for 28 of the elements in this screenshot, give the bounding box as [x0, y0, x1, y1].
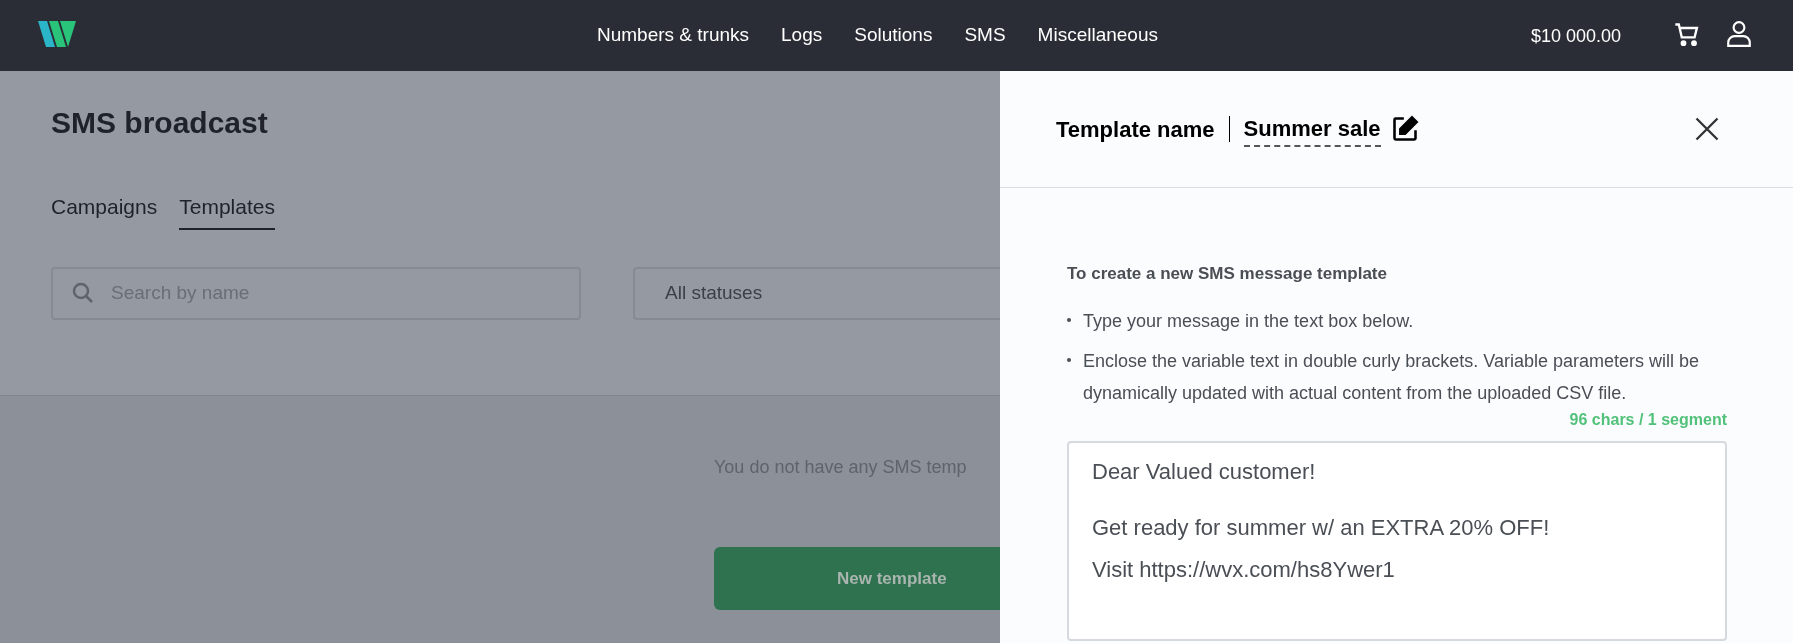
nav-link[interactable]: Miscellaneous — [1037, 21, 1158, 50]
balance: $10 000.00 — [1531, 25, 1622, 48]
nav-link[interactable]: Solutions — [854, 21, 933, 50]
logo-icon[interactable] — [38, 21, 76, 47]
search-icon — [71, 280, 95, 305]
nav-link[interactable]: Numbers & trunks — [597, 21, 750, 50]
close-icon[interactable] — [1693, 115, 1721, 143]
tab[interactable]: Templates — [179, 191, 275, 230]
cart-icon[interactable] — [1673, 21, 1701, 49]
character-counter: 96 chars / 1 segment — [1568, 409, 1727, 430]
message-line: Get ready for summer w/ an EXTRA 20% OFF! — [1092, 514, 1551, 541]
template-name[interactable]: Summer sale — [1243, 111, 1381, 147]
bullet-icon — [1067, 317, 1071, 322]
template-name-label: Template name — [1056, 115, 1215, 144]
instructions-title: To create a new SMS message template — [1067, 263, 1388, 285]
page-title: SMS broadcast — [51, 105, 269, 141]
instruction-text: Enclose the variable text in double curly brackets. Variable parameters will be dynamically updated with actual content from the uploaded CSV file. — [1083, 349, 1700, 405]
edit-icon[interactable] — [1390, 115, 1419, 143]
instruction-text: Type your message in the text box below. — [1083, 309, 1414, 333]
bullet-icon — [1067, 357, 1071, 362]
message-line: Dear Valued customer! — [1092, 458, 1317, 485]
message-line: Visit https://wvx.com/hs8Ywer1 — [1092, 556, 1396, 583]
user-icon[interactable] — [1726, 20, 1752, 48]
message-textarea[interactable]: Dear Valued customer! Get ready for summer w/ an EXTRA 20% OFF! Visit https://wvx.com/hs8Ywer1 — [1067, 440, 1727, 641]
tab[interactable]: Campaigns — [51, 191, 158, 230]
nav-link[interactable]: Logs — [781, 21, 823, 50]
nav-link[interactable]: SMS — [964, 21, 1006, 50]
status-dropdown[interactable]: All statuses — [633, 266, 1000, 320]
